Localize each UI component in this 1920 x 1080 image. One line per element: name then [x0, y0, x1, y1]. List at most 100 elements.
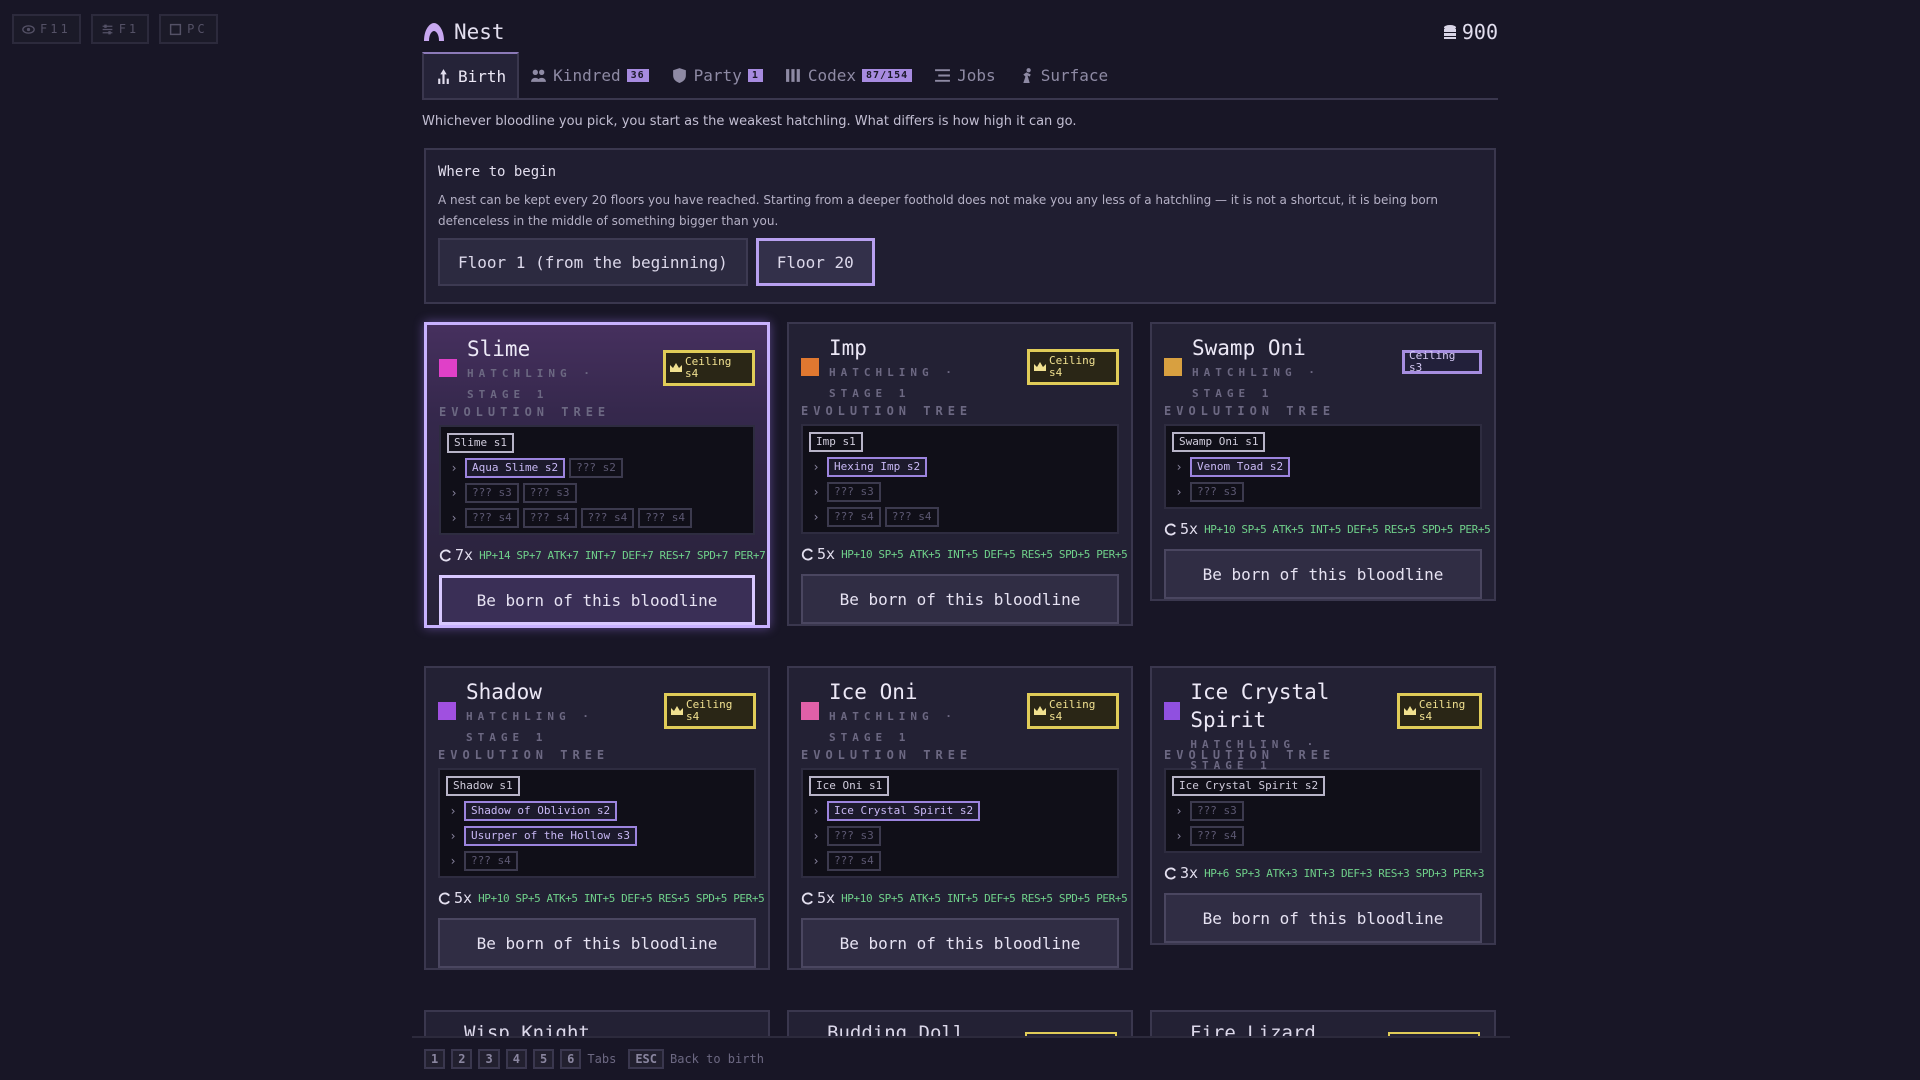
crown-icon [1034, 362, 1046, 371]
stat-bonuses: HP+10 SP+5 ATK+5 INT+5 DEF+5 RES+5 SPD+5… [478, 891, 765, 905]
card-title-text: Slime HATCHLING · STAGE 1 [467, 335, 607, 405]
chevron-right-icon: › [812, 853, 820, 868]
tab-party[interactable]: Party 1 [660, 52, 774, 98]
evolution-tier: › Venom Toad s2 [1172, 456, 1474, 477]
hotkey-label: F11 [40, 22, 71, 36]
evolution-node[interactable]: ??? s3 [522, 482, 577, 503]
page-title: Nest [422, 20, 505, 44]
tab-birth[interactable]: Birth [422, 52, 520, 98]
evolution-node[interactable]: ??? s3 [827, 825, 881, 846]
page-title-text: Nest [454, 20, 505, 44]
evolution-node[interactable]: ??? s4 [884, 506, 939, 527]
evolution-node[interactable]: ??? s4 [464, 850, 518, 871]
nest-icon [424, 23, 444, 41]
stat-bonuses: HP+10 SP+5 ATK+5 INT+5 DEF+5 RES+5 SPD+5… [1204, 522, 1491, 536]
coin-stack-icon [1443, 25, 1456, 39]
ceiling-badge: Ceiling s4 [664, 693, 756, 729]
ceiling-text: Ceiling s4 [1049, 354, 1096, 379]
hotkey-f1[interactable]: F1 [90, 14, 150, 44]
growth-cycle-icon [1164, 866, 1176, 880]
evolution-node[interactable]: Ice Crystal Spirit s2 [827, 800, 981, 821]
evolution-node[interactable]: Venom Toad s2 [1190, 456, 1291, 477]
evolution-node[interactable]: Hexing Imp s2 [827, 456, 928, 477]
evolution-tree: Swamp Oni s1 › Venom Toad s2 › ??? s3 [1164, 424, 1482, 509]
tab-surface[interactable]: Surface [1007, 52, 1119, 98]
key-1: 1 [424, 1049, 446, 1069]
bloodline-color-swatch [801, 702, 819, 720]
tab-badge: 1 [747, 68, 763, 82]
money-display: 900 [1442, 20, 1498, 44]
be-born-button[interactable]: Be born of this bloodline [1164, 549, 1482, 599]
hatchling-icon [438, 68, 449, 84]
evolution-node[interactable]: ??? s4 [580, 507, 635, 528]
bloodline-name: Slime [467, 337, 531, 361]
tab-label: Jobs [957, 65, 996, 85]
evolution-tier: Swamp Oni s1 [1172, 431, 1474, 452]
floor-1-button[interactable]: Floor 1 (from the beginning) [438, 238, 748, 286]
evolution-node[interactable]: ??? s4 [827, 506, 881, 527]
evolution-node[interactable]: Ice Crystal Spirit s2 [1172, 775, 1326, 796]
evolution-node[interactable]: ??? s4 [1190, 825, 1244, 846]
bloodline-card[interactable]: Swamp Oni HATCHLING · STAGE 1 Ceiling s3 EV… [1150, 322, 1496, 601]
evolution-node[interactable]: Ice Oni s1 [809, 775, 890, 796]
floor-20-button[interactable]: Floor 20 [755, 238, 875, 286]
growth-cycle-icon [438, 891, 450, 905]
be-born-button[interactable]: Be born of this bloodline [801, 574, 1119, 624]
evolution-tier: Shadow s1 [446, 775, 748, 796]
tab-kindred[interactable]: Kindred 36 [519, 52, 659, 98]
tab-label: Birth [458, 66, 507, 86]
square-icon [170, 23, 182, 35]
bloodline-card[interactable]: Imp HATCHLING · STAGE 1 Ceiling s4 EVOLUTIO… [787, 322, 1133, 626]
evolution-node[interactable]: Aqua Slime s2 [465, 457, 566, 478]
ceiling-text: Ceiling s4 [685, 355, 732, 380]
evolution-node[interactable]: Usurper of the Hollow s3 [464, 825, 637, 846]
evolution-node[interactable]: ??? s4 [638, 507, 692, 528]
card-header: Ice Crystal Spirit HATCHLING · STAGE 1 Cei… [1164, 678, 1482, 772]
be-born-button[interactable]: Be born of this bloodline [439, 575, 755, 625]
evolution-node[interactable]: ??? s3 [465, 482, 519, 503]
chevron-right-icon: › [812, 509, 820, 524]
bloodline-card[interactable]: Shadow HATCHLING · STAGE 1 Ceiling s4 EVOLU… [424, 666, 770, 970]
growth-multiplier-value: 3x [1180, 864, 1199, 882]
key-2: 2 [451, 1049, 473, 1069]
evolution-node[interactable]: ??? s3 [1190, 481, 1244, 502]
evolution-tier: ›??? s4??? s4??? s4??? s4 [447, 507, 747, 528]
evolution-node[interactable]: ??? s3 [1190, 800, 1244, 821]
card-title-group: Slime HATCHLING · STAGE 1 [439, 335, 607, 405]
tab-jobs[interactable]: Jobs [923, 52, 1007, 98]
evolution-node[interactable]: Slime s1 [447, 432, 514, 453]
tab-codex[interactable]: Codex 87/154 [774, 52, 923, 98]
evolution-node[interactable]: ??? s4 [465, 507, 519, 528]
card-title-group: Ice Oni HATCHLING · STAGE 1 [801, 678, 969, 748]
evolution-node[interactable]: ??? s3 [827, 481, 881, 502]
hotkey-f11[interactable]: F11 [12, 14, 81, 44]
floor-options: Floor 1 (from the beginning) Floor 20 [438, 238, 1482, 286]
be-born-button[interactable]: Be born of this bloodline [1164, 893, 1482, 943]
be-born-button[interactable]: Be born of this bloodline [801, 918, 1119, 968]
growth-multiplier-value: 7x [455, 546, 474, 564]
bloodline-card[interactable]: Ice Crystal Spirit HATCHLING · STAGE 1 Cei… [1150, 666, 1496, 945]
be-born-button[interactable]: Be born of this bloodline [438, 918, 756, 968]
evolution-node[interactable]: Shadow s1 [446, 775, 520, 796]
evolution-node[interactable]: ??? s4 [827, 850, 881, 871]
bloodline-stage: HATCHLING · STAGE 1 [1192, 366, 1320, 400]
evolution-tier: Ice Crystal Spirit s2 [1172, 775, 1474, 796]
evolution-node[interactable]: Swamp Oni s1 [1172, 431, 1266, 452]
bloodline-card[interactable]: Ice Oni HATCHLING · STAGE 1 Ceiling s4 EVOL… [787, 666, 1133, 970]
evolution-tier: › Shadow of Oblivion s2 [446, 800, 748, 821]
evolution-node[interactable]: Shadow of Oblivion s2 [464, 800, 618, 821]
growth-stats: 5x HP+10 SP+5 ATK+5 INT+5 DEF+5 RES+5 SPD… [1164, 509, 1491, 549]
footer-hints: 1 2 3 4 5 6 Tabs ESC Back to birth [412, 1036, 1510, 1080]
bloodline-card[interactable]: Slime HATCHLING · STAGE 1 Ceiling s4 EVOLUT… [424, 322, 770, 628]
card-title-text: Shadow HATCHLING · STAGE 1 [466, 678, 606, 748]
evolution-node[interactable]: Imp s1 [809, 431, 863, 452]
chevron-right-icon: › [449, 803, 457, 818]
bloodline-name: Imp [829, 336, 867, 360]
evolution-node[interactable]: ??? s4 [522, 507, 577, 528]
evolution-tree: Ice Oni s1 › Ice Crystal Spirit s2 ›??? s3 ›… [801, 768, 1119, 878]
evolution-tier: Ice Oni s1 [809, 775, 1111, 796]
tab-badge: 87/154 [862, 68, 913, 82]
evolution-tier: Imp s1 [809, 431, 1111, 452]
hotkey-pc[interactable]: PC [159, 14, 218, 44]
evolution-node[interactable]: ??? s2 [569, 457, 623, 478]
